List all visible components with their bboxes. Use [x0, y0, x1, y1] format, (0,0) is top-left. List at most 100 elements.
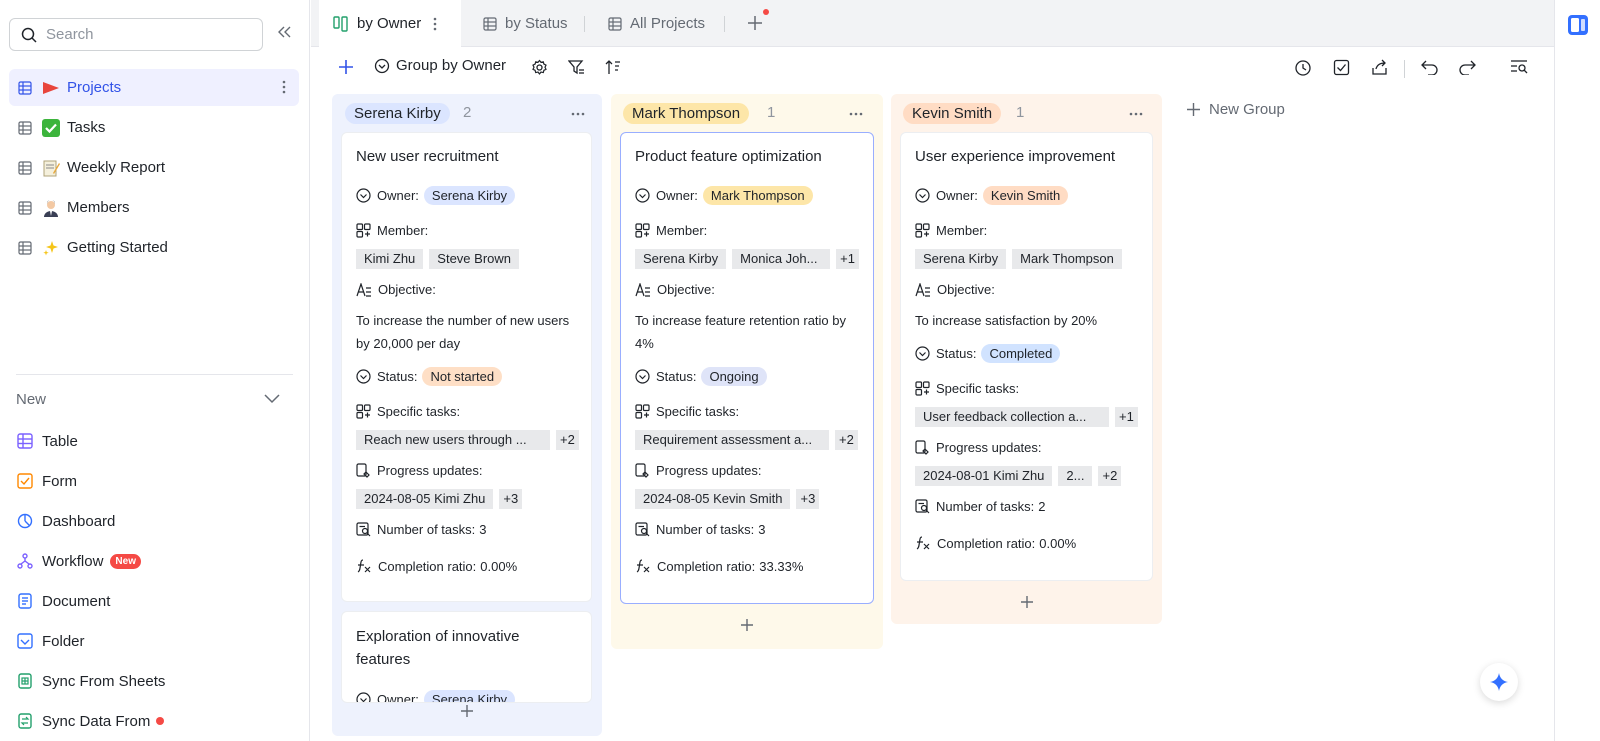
- more-count-tag: +2: [1098, 466, 1122, 486]
- group-by-button[interactable]: Group by Owner: [374, 57, 506, 74]
- new-form-item[interactable]: Form: [17, 466, 297, 496]
- search-input[interactable]: Search: [9, 18, 263, 51]
- new-workflow-item[interactable]: Workflow New: [17, 546, 297, 576]
- record-card[interactable]: User experience improvement Owner: Kevin…: [900, 132, 1153, 581]
- chevron-down-icon[interactable]: [264, 394, 280, 404]
- redo-icon[interactable]: [1458, 59, 1476, 75]
- add-view-icon[interactable]: [747, 15, 763, 31]
- completion-value: 0.00%: [480, 558, 518, 574]
- new-document-item[interactable]: Document: [17, 586, 297, 616]
- group-more-icon[interactable]: [571, 112, 585, 116]
- progress-doc-icon: [356, 463, 371, 478]
- add-card-icon[interactable]: [332, 704, 602, 718]
- member-tags: Kimi Zhu Steve Brown: [356, 249, 519, 269]
- share-icon[interactable]: [1371, 59, 1389, 76]
- owner-field: Owner: Kevin Smith: [915, 186, 1069, 205]
- field-label: Status:: [377, 369, 418, 384]
- add-card-icon[interactable]: [891, 595, 1162, 609]
- new-sync-sheets-item[interactable]: Sync From Sheets: [17, 666, 297, 696]
- member-tag: Mark Thompson: [1012, 249, 1122, 269]
- status-badge: Not started: [422, 367, 503, 386]
- lookup-icon: [356, 522, 371, 537]
- objective-field: Objective:: [915, 282, 995, 297]
- add-card-icon[interactable]: [611, 618, 883, 632]
- group-more-icon[interactable]: [849, 112, 863, 116]
- link-record-icon: [356, 223, 371, 238]
- form-icon: [17, 473, 33, 489]
- new-dashboard-item[interactable]: Dashboard: [17, 506, 297, 536]
- new-folder-item[interactable]: Folder: [17, 626, 297, 656]
- field-label: Number of tasks:: [656, 522, 755, 537]
- new-item-label: Sync From Sheets: [42, 672, 166, 690]
- sidebar: Search Projects Tasks Weekly Report Memb…: [0, 0, 310, 741]
- field-label: Owner:: [936, 188, 978, 203]
- field-label: Completion ratio:: [657, 558, 756, 574]
- plus-icon: [1186, 102, 1201, 117]
- tab-by-owner[interactable]: by Owner: [319, 0, 461, 47]
- new-badge: New: [110, 553, 141, 569]
- filter-icon[interactable]: [568, 59, 585, 76]
- field-label: Progress updates:: [656, 463, 762, 478]
- record-card[interactable]: New user recruitment Owner: Serena Kirby…: [341, 132, 592, 602]
- single-select-icon: [915, 346, 930, 361]
- sidebar-item-getting-started[interactable]: Getting Started: [9, 229, 299, 266]
- history-icon[interactable]: [1294, 59, 1312, 77]
- owner-pill: Mark Thompson: [702, 186, 813, 205]
- new-section-header: New: [16, 391, 47, 408]
- text-field-icon: [635, 282, 651, 297]
- specific-tasks-field: Specific tasks:: [356, 404, 460, 419]
- field-label: Specific tasks:: [936, 381, 1020, 396]
- collapse-sidebar-icon[interactable]: [278, 26, 292, 38]
- sidebar-item-label: Getting Started: [67, 239, 168, 256]
- single-select-icon: [356, 369, 371, 384]
- new-item-label: Form: [42, 472, 77, 490]
- tab-by-status[interactable]: by Status: [483, 0, 568, 47]
- card-title-line: features: [356, 651, 411, 668]
- objective-line: To increase satisfaction by 20%: [915, 313, 1098, 328]
- more-options-icon[interactable]: [282, 79, 286, 95]
- settings-icon[interactable]: [531, 59, 548, 76]
- sidebar-item-projects[interactable]: Projects: [9, 69, 299, 106]
- sidebar-item-weekly-report[interactable]: Weekly Report: [9, 149, 299, 186]
- toolbar-separator: [1404, 60, 1405, 78]
- progress-tags: 2024-08-05 Kevin Smith +3: [635, 489, 820, 509]
- undo-icon[interactable]: [1421, 59, 1439, 75]
- sidebar-item-tasks[interactable]: Tasks: [9, 109, 299, 146]
- tab-label: by Status: [505, 15, 568, 32]
- sort-icon[interactable]: [605, 59, 622, 76]
- flag-icon: [42, 79, 60, 97]
- new-group-button[interactable]: New Group: [1186, 101, 1285, 118]
- sheets-icon: [17, 673, 33, 689]
- group-owner-chip: Kevin Smith: [903, 103, 1002, 124]
- card-title: New user recruitment: [356, 148, 499, 165]
- sidebar-item-members[interactable]: Members: [9, 189, 299, 226]
- kanban-icon: [333, 15, 349, 32]
- search-records-icon[interactable]: [1510, 59, 1528, 75]
- tab-more-icon[interactable]: [433, 17, 437, 31]
- group-icon: [374, 58, 390, 74]
- add-record-icon[interactable]: [338, 59, 354, 75]
- right-panel-strip: [1554, 0, 1600, 741]
- single-select-icon: [635, 369, 650, 384]
- progress-tag: 2024-08-05 Kevin Smith: [635, 489, 791, 509]
- num-tasks-value: 3: [758, 522, 766, 537]
- checklist-icon[interactable]: [1333, 59, 1350, 76]
- side-panel-icon[interactable]: [1567, 14, 1589, 36]
- group-column-kevin-smith: Kevin Smith 1 User experience improvemen…: [891, 94, 1162, 624]
- record-card[interactable]: Product feature optimization Owner: Mark…: [620, 132, 874, 604]
- field-label: Status:: [656, 369, 697, 384]
- completion-value: 0.00%: [1039, 535, 1077, 551]
- tab-all-projects[interactable]: All Projects: [608, 0, 705, 47]
- text-field-icon: [356, 282, 372, 297]
- ai-assistant-button[interactable]: [1480, 663, 1518, 701]
- group-more-icon[interactable]: [1129, 112, 1143, 116]
- member-tag: Serena Kirby: [635, 249, 727, 269]
- new-sync-data-item[interactable]: Sync Data From: [17, 706, 297, 736]
- new-table-item[interactable]: Table: [17, 426, 297, 456]
- record-card[interactable]: Exploration of innovative features Owner…: [341, 611, 592, 703]
- group-header: Mark Thompson 1: [611, 94, 883, 132]
- notification-dot: [763, 9, 769, 15]
- progress-field: Progress updates:: [635, 463, 762, 478]
- link-record-icon: [915, 223, 930, 238]
- tab-separator: [724, 16, 725, 32]
